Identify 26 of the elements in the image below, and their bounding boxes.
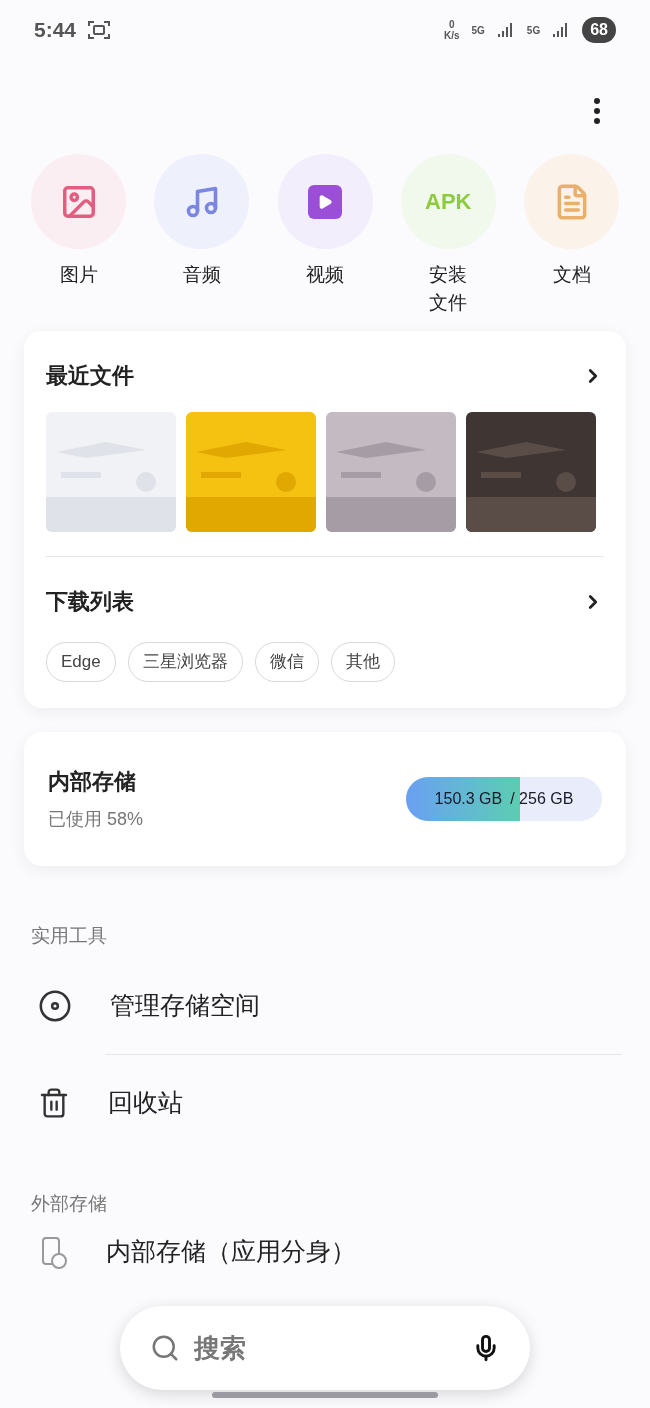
signal-icon (496, 22, 515, 38)
storage-used: 150.3 GB (434, 789, 503, 809)
downloads-header[interactable]: 下载列表 (46, 585, 604, 618)
storage-item[interactable]: 内部存储（应用分身） (0, 1236, 650, 1270)
search-bar[interactable]: 搜索 (120, 1306, 530, 1390)
search-icon (150, 1333, 180, 1363)
section-heading: 外部存储 (30, 1191, 108, 1216)
trash-icon (38, 1086, 70, 1119)
clock: 5:44 (34, 17, 77, 44)
search-input[interactable]: 搜索 (194, 1328, 458, 1368)
network-speed: 0 K/s (443, 19, 460, 41)
recent-files-header[interactable]: 最近文件 (46, 359, 604, 392)
tool-item[interactable]: 回收站 (0, 1059, 650, 1146)
network-type: 5G (526, 23, 541, 38)
battery-indicator: 68 (582, 17, 616, 43)
storage-title: 内部存储 (48, 768, 137, 796)
more-options-button[interactable] (594, 98, 600, 124)
phone-clone-icon (40, 1236, 70, 1270)
section-heading: 实用工具 (30, 924, 108, 948)
screenshot-icon (88, 20, 111, 40)
network-type: 5G (471, 23, 485, 38)
storage-usage: 已使用 58% (48, 808, 144, 831)
play-icon (308, 184, 342, 219)
more-icon (594, 98, 600, 124)
tool-item[interactable]: 管理存储空间 (0, 962, 650, 1049)
apk-label: APK (425, 188, 472, 216)
